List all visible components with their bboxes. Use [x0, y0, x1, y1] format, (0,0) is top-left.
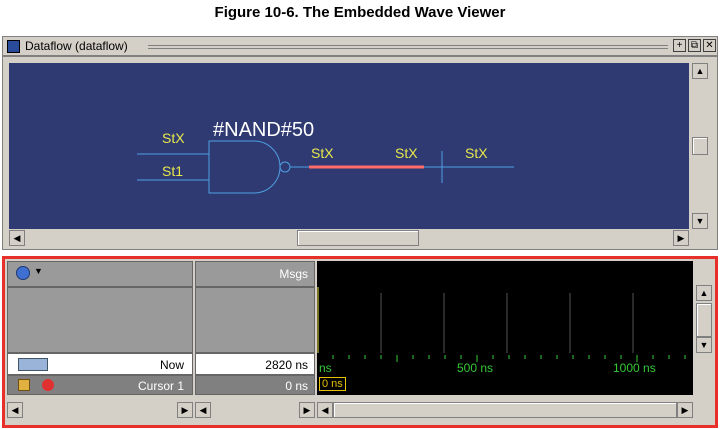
signal-label-input-a[interactable]: StX: [162, 130, 185, 146]
scroll-right-icon[interactable]: ▶: [299, 402, 315, 418]
cursor-flag[interactable]: 0 ns: [319, 377, 346, 391]
scroll-left-icon[interactable]: ◀: [195, 402, 211, 418]
wave-vscrollbar[interactable]: ▲ ▼: [695, 261, 713, 395]
dataflow-canvas[interactable]: #NAND#50 StX St1 StX StX StX: [9, 63, 689, 229]
scroll-right-icon[interactable]: ▶: [673, 230, 689, 246]
signal-names-pane[interactable]: [7, 287, 193, 353]
scroll-up-icon[interactable]: ▲: [696, 285, 712, 301]
scroll-right-icon[interactable]: ▶: [177, 402, 193, 418]
cursor-lane[interactable]: 0 ns: [317, 375, 693, 395]
cursor-label: Cursor 1: [137, 379, 184, 393]
vscroll-thumb[interactable]: [692, 137, 708, 155]
wave-grid: [317, 287, 634, 353]
cursor-name-cell: Cursor 1: [7, 375, 193, 395]
signal-values-pane[interactable]: [195, 287, 315, 353]
signal-add-icon[interactable]: [18, 358, 48, 371]
wave-header-black: [317, 261, 693, 287]
signal-label-input-b[interactable]: St1: [162, 163, 183, 179]
signal-label-output-3[interactable]: StX: [465, 145, 488, 161]
scroll-down-icon[interactable]: ▼: [692, 213, 708, 229]
signal-label-output-2[interactable]: StX: [395, 145, 418, 161]
now-label: Now: [159, 358, 184, 372]
scroll-down-icon[interactable]: ▼: [696, 337, 712, 353]
cursor-delete-icon[interactable]: [42, 379, 54, 391]
cursor-lock-icon[interactable]: [18, 379, 30, 391]
embedded-wave-viewer: ▼ Msgs Now 2820 ns ns 500 ns 1000 ns Cur…: [2, 256, 718, 428]
zoom-full-button[interactable]: +: [673, 39, 686, 52]
globe-dropdown-icon[interactable]: [16, 266, 30, 280]
wave-pane[interactable]: [317, 287, 693, 353]
msgs-header: Msgs: [279, 267, 308, 281]
time-ruler[interactable]: ns 500 ns 1000 ns: [317, 353, 693, 375]
window-title: Dataflow (dataflow): [25, 39, 128, 53]
hscroll-thumb[interactable]: [297, 230, 419, 246]
now-name-cell: Now: [7, 353, 193, 375]
scroll-right-icon[interactable]: ▶: [677, 402, 693, 418]
cursor-value: 0 ns: [285, 379, 308, 393]
time-tick-label: ns: [319, 361, 332, 375]
now-value-cell: 2820 ns: [195, 353, 315, 375]
scroll-left-icon[interactable]: ◀: [7, 402, 23, 418]
msgs-header-cell: Msgs: [195, 261, 315, 287]
time-tick-label: 1000 ns: [613, 361, 656, 375]
wave-hscroll-thumb[interactable]: [333, 402, 677, 418]
nand-gate: [208, 140, 281, 194]
now-value: 2820 ns: [265, 358, 308, 372]
figure-caption: Figure 10-6. The Embedded Wave Viewer: [214, 4, 506, 21]
dataflow-pane: #NAND#50 StX St1 StX StX StX ▲ ▼ ◀ ▶: [2, 56, 718, 250]
cursor-value-cell: 0 ns: [195, 375, 315, 395]
close-button[interactable]: ✕: [703, 39, 716, 52]
dataflow-window-icon: [7, 40, 20, 53]
dataflow-vscrollbar[interactable]: ▲ ▼: [691, 63, 709, 229]
wave-vscroll-thumb[interactable]: [696, 303, 712, 337]
scroll-left-icon[interactable]: ◀: [9, 230, 25, 246]
chevron-down-icon[interactable]: ▼: [34, 266, 43, 276]
instance-label[interactable]: #NAND#50: [213, 119, 314, 142]
signal-label-output-1[interactable]: StX: [311, 145, 334, 161]
wave-hscrollbar[interactable]: ◀ ▶: [317, 401, 693, 419]
wave-toolbar: ▼: [7, 261, 193, 287]
names-hscrollbar[interactable]: ◀ ▶: [7, 401, 193, 419]
values-hscrollbar[interactable]: ◀ ▶: [195, 401, 315, 419]
scroll-up-icon[interactable]: ▲: [692, 63, 708, 79]
scroll-left-icon[interactable]: ◀: [317, 402, 333, 418]
time-tick-label: 500 ns: [457, 361, 494, 375]
window-titlebar[interactable]: Dataflow (dataflow) + ⧉ ✕: [2, 36, 718, 56]
schematic: [137, 140, 514, 194]
undock-button[interactable]: ⧉: [688, 39, 701, 52]
dataflow-hscrollbar[interactable]: ◀ ▶: [9, 229, 689, 247]
nand-bubble: [279, 161, 291, 173]
titlebar-grip[interactable]: [148, 45, 668, 49]
